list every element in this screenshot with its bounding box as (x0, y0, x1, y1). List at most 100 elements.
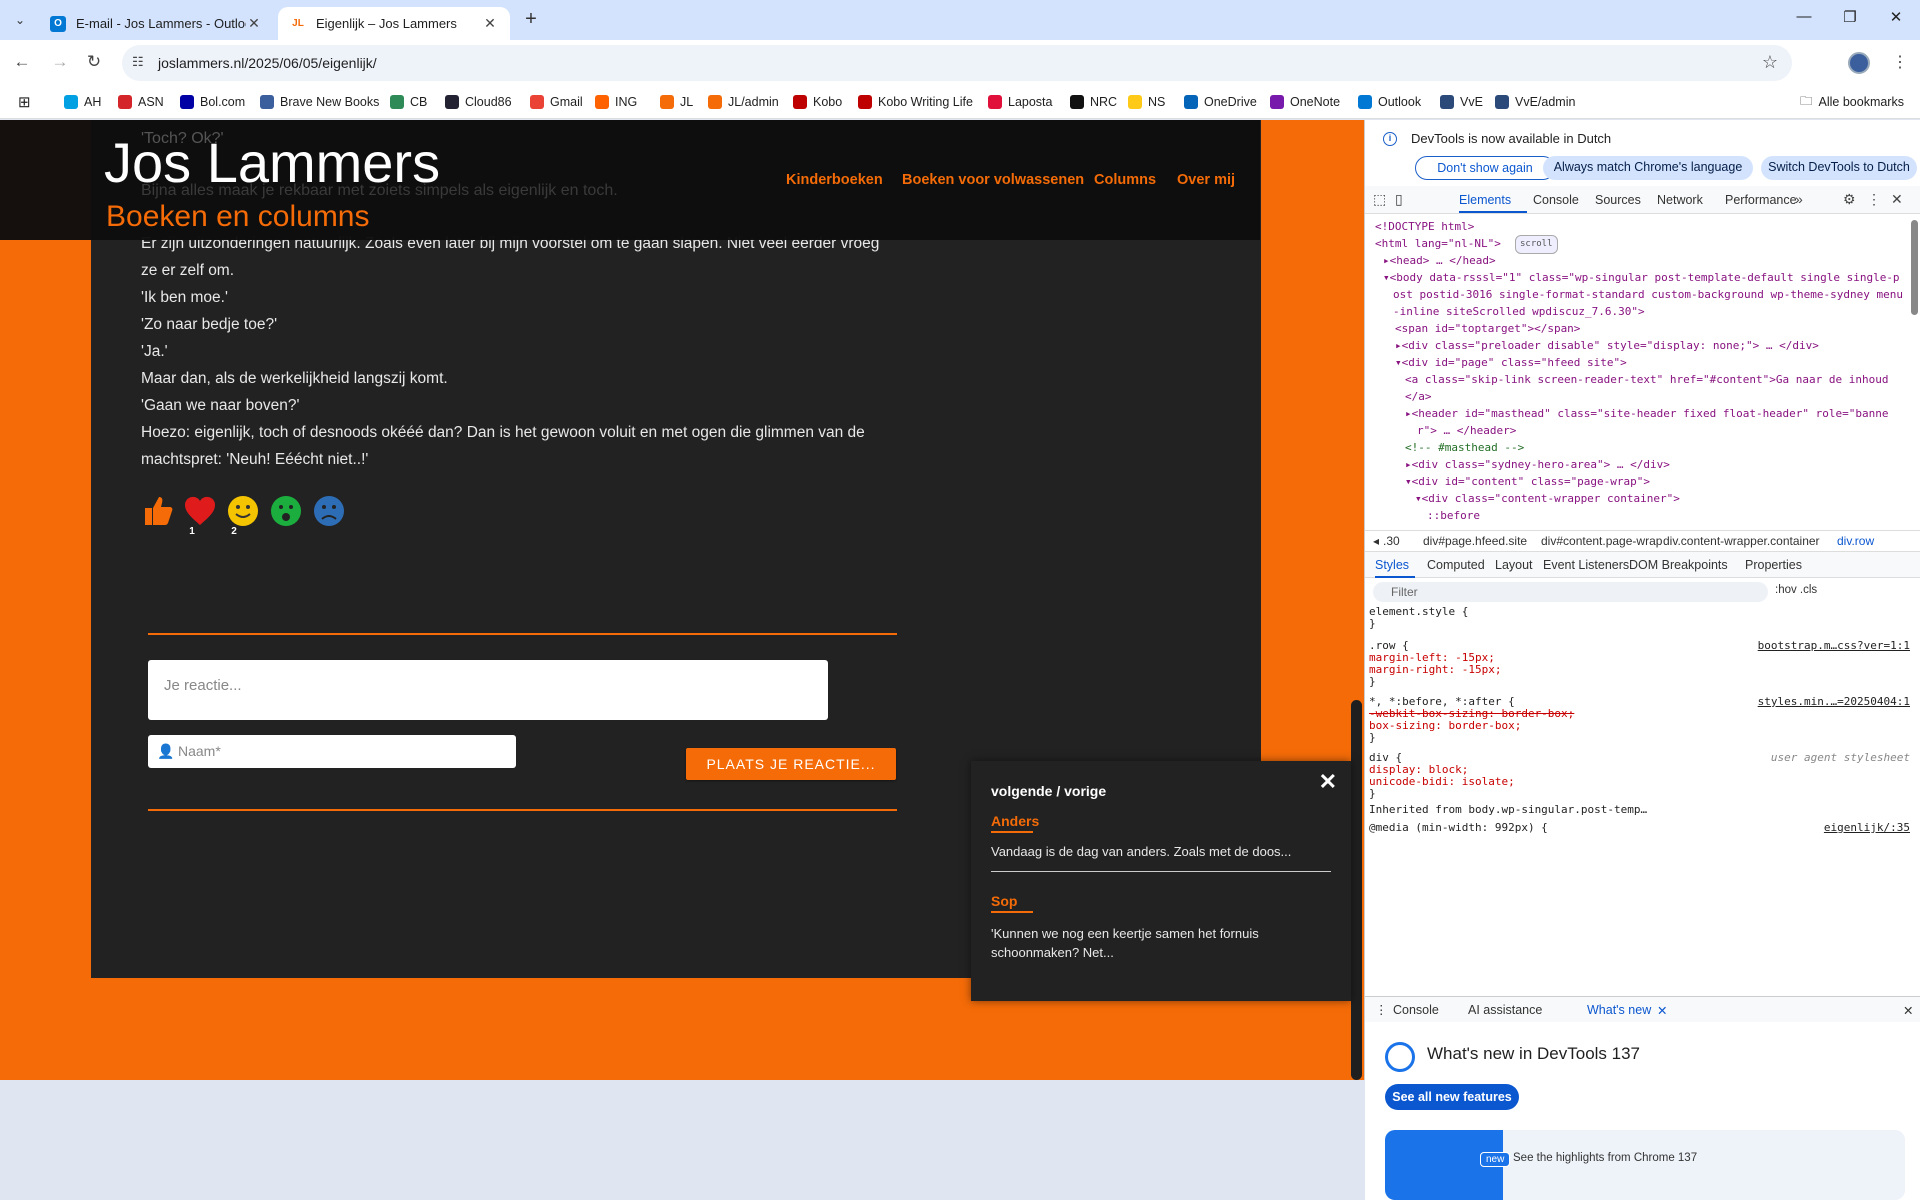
switch-to-dutch-button[interactable]: Switch DevTools to Dutch (1761, 156, 1917, 180)
close-window-button[interactable]: ✕ (1882, 8, 1910, 32)
style-source-link[interactable]: eigenlijk/:35 (1824, 820, 1910, 835)
comment-input[interactable]: Je reactie... (148, 660, 828, 720)
style-rule-line[interactable]: } (1369, 616, 1376, 631)
styles-tab[interactable]: Styles (1375, 558, 1409, 572)
dom-scrollbar[interactable] (1911, 220, 1918, 315)
style-rule-line[interactable]: } (1369, 786, 1376, 801)
style-rule-line[interactable]: unicode-bidi: isolate; (1369, 774, 1515, 789)
bookmark-item[interactable]: OneNote (1270, 92, 1340, 112)
apps-grid-icon[interactable]: ⊞ (18, 92, 31, 112)
dom-tree[interactable]: <!DOCTYPE html> <html lang="nl-NL"> ▸<head… (1365, 216, 1910, 526)
scroll-badge[interactable]: scroll (1515, 235, 1558, 254)
close-drawer-icon[interactable]: ✕ (1903, 1003, 1913, 1018)
bookmark-item[interactable]: Cloud86 (445, 92, 512, 112)
styles-tab[interactable]: Properties (1745, 558, 1802, 572)
style-rule-line[interactable]: element.style { (1369, 604, 1468, 619)
bookmark-item[interactable]: VvE/admin (1495, 92, 1575, 112)
style-rule-line[interactable]: margin-right: -15px; (1369, 662, 1501, 677)
close-tab-icon[interactable]: ✕ (482, 15, 498, 32)
styles-tab[interactable]: Event Listeners (1543, 558, 1629, 572)
style-source-link[interactable]: user agent stylesheet (1771, 750, 1910, 765)
style-source-link[interactable]: styles.min.…=20250404:1 (1758, 694, 1910, 709)
drawer-tab-whats-new[interactable]: What's new (1587, 1003, 1651, 1017)
tab-outlook[interactable]: O E-mail - Jos Lammers - Outlook ✕ (38, 7, 274, 40)
reaction-thumbs-up[interactable]: 1 (141, 494, 195, 537)
dom-node-line[interactable]: <a class="skip-link screen-reader-text" … (1405, 371, 1888, 388)
style-rule-line[interactable]: } (1369, 730, 1376, 745)
browser-menu-icon[interactable]: ⋮ (1892, 52, 1908, 72)
style-rule-line[interactable]: box-sizing: border-box; (1369, 718, 1521, 733)
new-tab-button[interactable]: + (520, 9, 542, 31)
bookmark-item[interactable]: Laposta (988, 92, 1052, 112)
bookmark-item[interactable]: AH (64, 92, 101, 112)
devtools-menu-icon[interactable]: ⋮ (1867, 191, 1881, 208)
drawer-menu-icon[interactable]: ⋮ (1375, 1002, 1388, 1017)
dont-show-again-button[interactable]: Don't show again (1415, 156, 1555, 180)
back-button[interactable]: ← (10, 50, 34, 74)
reaction-sad[interactable] (312, 494, 346, 528)
close-tab-icon[interactable]: ✕ (1657, 1003, 1667, 1018)
dom-node-line[interactable]: ▾<div class="content-wrapper container"> (1415, 490, 1680, 507)
bookmark-item[interactable]: ASN (118, 92, 164, 112)
breadcrumb-item[interactable]: div#content.page-wrap (1541, 534, 1662, 548)
site-info-icon[interactable]: ☷ (132, 54, 144, 70)
device-toolbar-icon[interactable]: ▯ (1395, 191, 1403, 208)
nav-boeken-volwassenen[interactable]: Boeken voor volwassenen (902, 172, 1084, 188)
see-all-features-button[interactable]: See all new features (1385, 1084, 1519, 1110)
bookmark-item[interactable]: Kobo (793, 92, 842, 112)
all-bookmarks-folder[interactable]: 🗀 Alle bookmarks (1800, 92, 1904, 112)
dom-node-line[interactable]: ▾<div id="content" class="page-wrap"> (1405, 473, 1650, 490)
style-source-link[interactable]: bootstrap.m…css?ver=1:1 (1758, 638, 1910, 653)
breadcrumb-item[interactable]: div.content-wrapper.container (1663, 534, 1820, 548)
site-title[interactable]: Jos Lammers (104, 130, 440, 195)
reaction-surprised[interactable] (269, 494, 303, 528)
tab-console[interactable]: Console (1533, 193, 1579, 207)
profile-avatar[interactable] (1848, 52, 1870, 74)
highlights-card[interactable]: new See the highlights from Chrome 137 (1385, 1130, 1905, 1200)
settings-gear-icon[interactable]: ⚙ (1843, 191, 1856, 208)
tab-network[interactable]: Network (1657, 193, 1703, 207)
dom-node-line[interactable]: </a> (1405, 388, 1432, 405)
tab-elements[interactable]: Elements (1459, 193, 1511, 207)
reload-button[interactable]: ↻ (82, 50, 106, 74)
next-post-link[interactable]: Anders (991, 813, 1039, 829)
style-rule-line[interactable]: @media (min-width: 992px) { (1369, 820, 1548, 835)
dom-node-line[interactable]: r"> … </header> (1417, 422, 1516, 439)
dom-node-line[interactable]: ::before (1427, 507, 1480, 524)
forward-button[interactable]: → (48, 50, 72, 74)
breadcrumb-item[interactable]: .30 (1383, 534, 1400, 548)
dom-node-line[interactable]: <!-- #masthead --> (1405, 439, 1524, 456)
dom-node-line[interactable]: <span id="toptarget"></span> (1395, 320, 1580, 337)
dom-node-line[interactable]: ▾<div id="page" class="hfeed site"> (1395, 354, 1627, 371)
prev-post-link[interactable]: Sop (991, 893, 1017, 909)
drawer-tab-ai[interactable]: AI assistance (1468, 1003, 1542, 1017)
page-scrollbar[interactable] (1351, 700, 1362, 1080)
nav-columns[interactable]: Columns (1094, 172, 1156, 188)
more-tabs-icon[interactable]: » (1795, 191, 1803, 207)
address-bar[interactable]: ☷ joslammers.nl/2025/06/05/eigenlijk/ ☆ (122, 45, 1792, 81)
dom-node-line[interactable]: ▸<div class="preloader disable" style="d… (1395, 337, 1819, 354)
dom-node-line[interactable]: -inline siteScrolled wpdiscuz_7.6.30"> (1393, 303, 1645, 320)
tab-performance[interactable]: Performance (1725, 193, 1797, 207)
close-devtools-icon[interactable]: ✕ (1891, 191, 1903, 208)
dom-node-line[interactable]: ost postid-3016 single-format-standard c… (1393, 286, 1903, 303)
close-tab-icon[interactable]: ✕ (246, 15, 262, 32)
style-rule-line[interactable]: } (1369, 674, 1376, 689)
inspect-element-icon[interactable]: ⬚ (1373, 191, 1386, 208)
styles-tab[interactable]: DOM Breakpoints (1629, 558, 1728, 572)
bookmark-item[interactable]: Gmail (530, 92, 583, 112)
styles-tab[interactable]: Layout (1495, 558, 1533, 572)
name-input[interactable]: 👤 Naam* (148, 735, 516, 768)
crumb-scroll-left-icon[interactable]: ◂ (1373, 534, 1379, 548)
dom-node-line[interactable]: ▾<body data-rsssl="1" class="wp-singular… (1383, 269, 1900, 286)
reaction-heart[interactable]: 2 (183, 494, 237, 537)
bookmark-item[interactable]: ING (595, 92, 637, 112)
close-icon[interactable]: ✕ (1319, 769, 1337, 795)
dom-node-line[interactable]: ▸<div class="sydney-hero-area"> … </div> (1405, 456, 1670, 473)
always-match-language-button[interactable]: Always match Chrome's language (1543, 156, 1753, 180)
tab-sources[interactable]: Sources (1595, 193, 1641, 207)
styles-filter-input[interactable]: Filter (1373, 582, 1768, 602)
bookmark-star-icon[interactable]: ☆ (1762, 52, 1778, 73)
bookmark-item[interactable]: OneDrive (1184, 92, 1257, 112)
breadcrumb-item[interactable]: div.row (1837, 534, 1874, 548)
